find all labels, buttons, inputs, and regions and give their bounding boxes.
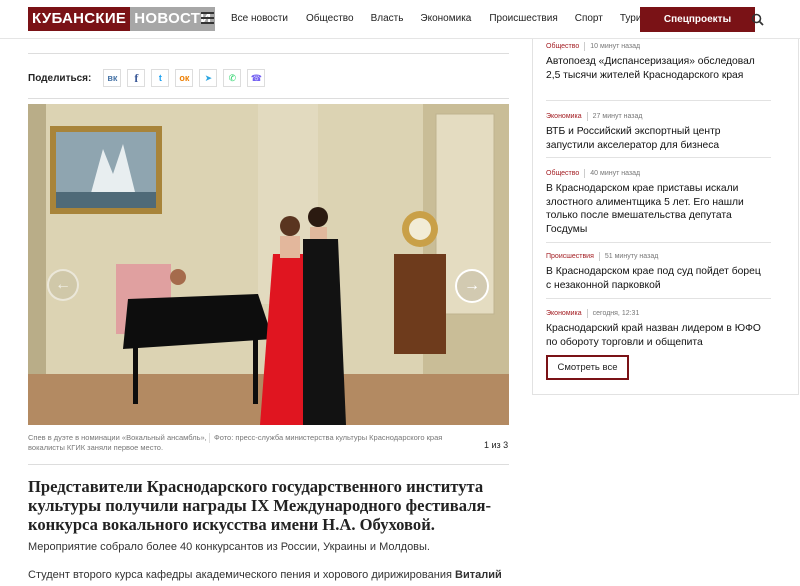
news-category[interactable]: Экономика (546, 310, 582, 317)
main-nav: Все новости Общество Власть Экономика Пр… (231, 13, 653, 24)
news-time: 40 минут назад (590, 170, 641, 177)
arrow-right-icon: → (464, 277, 480, 294)
news-category[interactable]: Происшествия (546, 253, 594, 260)
nav-item-sport[interactable]: Спорт (575, 13, 603, 24)
vk-share-button[interactable]: вк (103, 69, 122, 87)
vk-icon: вк (107, 73, 118, 83)
news-item[interactable]: Экономика 27 минут назад ВТБ и Российский… (546, 112, 766, 152)
news-title[interactable]: В Краснодарском крае под суд пойдет боре… (546, 265, 766, 292)
article-paragraph: Студент второго курса кафедры академичес… (28, 569, 513, 581)
paragraph-bold-name: Виталий (455, 569, 502, 581)
odnoklassniki-icon: ок (179, 73, 190, 83)
menu-icon[interactable] (201, 12, 214, 24)
concert-photo (28, 104, 509, 425)
whatsapp-icon: ✆ (228, 72, 237, 83)
news-title[interactable]: Краснодарский край назван лидером в ЮФО … (546, 322, 766, 349)
news-item[interactable]: Общество 40 минут назад В Краснодарском к… (546, 169, 766, 236)
nav-item-power[interactable]: Власть (371, 13, 404, 24)
twitter-share-button[interactable]: t (151, 69, 170, 87)
facebook-share-button[interactable]: f (127, 69, 146, 87)
divider (546, 100, 771, 101)
news-time: сегодня, 12:31 (592, 310, 640, 317)
article-headline: Представители Краснодарского государстве… (28, 477, 492, 534)
see-all-button[interactable]: Смотреть все (546, 355, 629, 380)
gallery-prev-button[interactable]: ← (47, 269, 79, 301)
gallery-photo[interactable] (28, 104, 509, 425)
news-item[interactable]: Общество 10 минут назад Автопоезд «Диспан… (546, 42, 766, 82)
logo-part-1: КУБАНСКИЕ (28, 7, 131, 31)
divider (28, 53, 509, 54)
search-icon[interactable] (751, 13, 764, 26)
news-category[interactable]: Общество (546, 170, 579, 177)
nav-item-economy[interactable]: Экономика (420, 13, 471, 24)
site-header: КУБАНСКИЕ НОВОСТИ Все новости Общество В… (0, 0, 800, 39)
news-time: 51 минуту назад (604, 253, 659, 260)
paragraph-text: Студент второго курса кафедры академичес… (28, 569, 455, 581)
facebook-icon: f (134, 70, 139, 85)
nav-item-all-news[interactable]: Все новости (231, 13, 288, 24)
divider (28, 98, 509, 99)
news-time: 27 минут назад (592, 113, 643, 120)
news-title[interactable]: Автопоезд «Диспансеризация» обследовал 2… (546, 55, 766, 82)
share-bar: Поделиться: вк f t ок ➤ ✆ ☎ (28, 69, 271, 87)
news-item[interactable]: Происшествия 51 минуту назад В Краснодарс… (546, 252, 766, 292)
divider (546, 157, 771, 158)
news-time: 10 минут назад (590, 43, 641, 50)
odnoklassniki-share-button[interactable]: ок (175, 69, 194, 87)
photo-credit: Фото: пресс-служба министерства культуры… (209, 433, 479, 443)
telegram-icon: ➤ (204, 72, 213, 83)
telegram-share-button[interactable]: ➤ (199, 69, 218, 87)
gallery-next-button[interactable]: → (455, 269, 489, 303)
news-title[interactable]: В Краснодарском крае приставы искали зло… (546, 182, 766, 236)
news-category[interactable]: Экономика (546, 113, 582, 120)
divider (546, 242, 771, 243)
nav-item-incidents[interactable]: Происшествия (489, 13, 557, 24)
nav-item-society[interactable]: Общество (306, 13, 354, 24)
viber-icon: ☎ (250, 72, 262, 83)
divider (546, 298, 771, 299)
divider (28, 464, 509, 465)
twitter-icon: t (158, 73, 162, 83)
news-item[interactable]: Экономика сегодня, 12:31 Краснодарский кр… (546, 309, 766, 349)
arrow-left-icon: ← (55, 276, 71, 293)
news-category[interactable]: Общество (546, 43, 579, 50)
gallery-counter: 1 из 3 (484, 440, 509, 450)
viber-share-button[interactable]: ☎ (247, 69, 266, 87)
site-logo[interactable]: КУБАНСКИЕ НОВОСТИ (28, 7, 216, 31)
whatsapp-share-button[interactable]: ✆ (223, 69, 242, 87)
news-title[interactable]: ВТБ и Российский экспортный центр запуст… (546, 125, 766, 152)
share-label: Поделиться: (28, 72, 92, 84)
special-projects-button[interactable]: Спецпроекты (640, 7, 755, 32)
photo-caption: Спев в дуэте в номинации «Вокальный анса… (28, 433, 207, 452)
article-lead: Мероприятие собрало более 40 конкурсанто… (28, 541, 430, 553)
